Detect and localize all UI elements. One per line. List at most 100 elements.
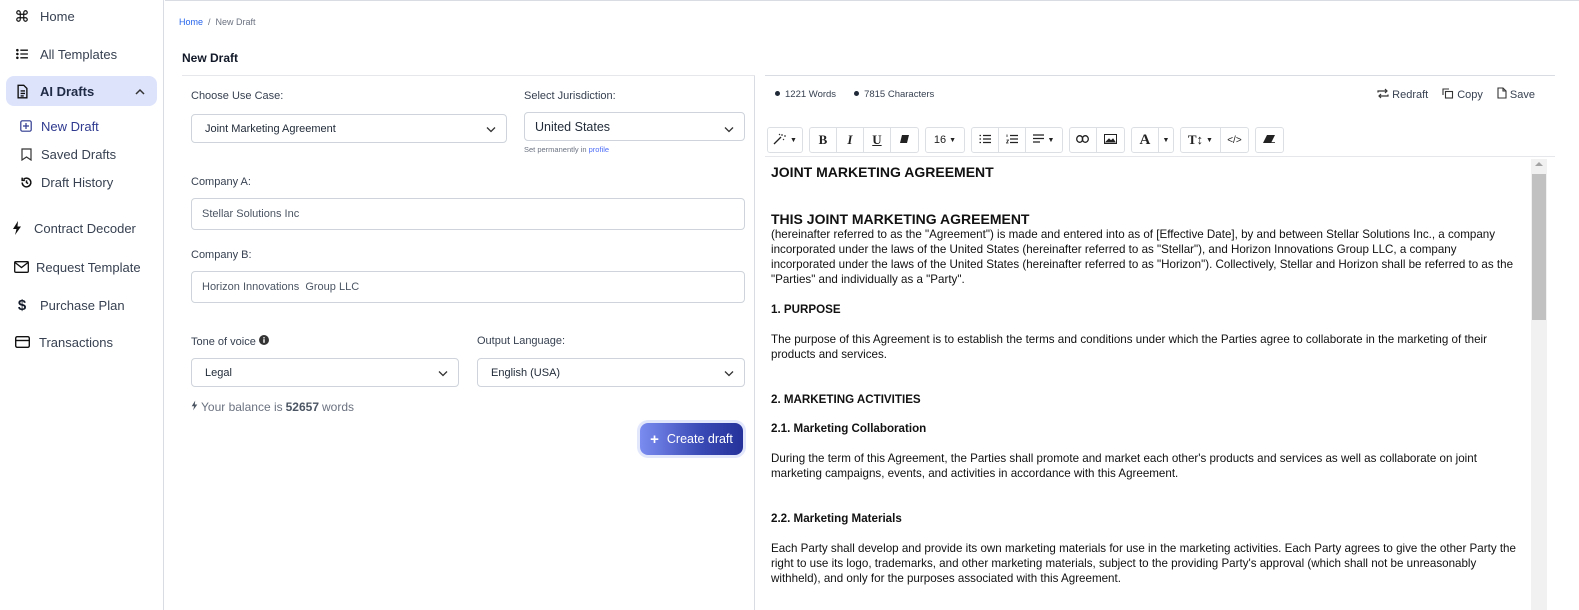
use-case-select[interactable]: Joint Marketing Agreement <box>191 114 507 143</box>
page-title: New Draft <box>182 51 239 65</box>
sidebar-item-all-templates[interactable]: All Templates <box>6 39 157 69</box>
sidebar-subitem-new-draft[interactable]: New Draft <box>18 115 99 137</box>
company-b-input[interactable]: Horizon Innovations Group LLC <box>191 271 745 303</box>
code-view-button[interactable]: </> <box>1221 128 1248 152</box>
document-intro: (hereinafter referred to as the "Agreeme… <box>771 228 1514 286</box>
sidebar-item-transactions[interactable]: Transactions <box>6 327 157 357</box>
jurisdiction-select[interactable]: United States <box>524 112 745 141</box>
bullet-list-icon <box>979 134 991 147</box>
sidebar-item-contract-decoder[interactable]: Contract Decoder <box>6 213 157 243</box>
toolbar-group-style: ▼ <box>767 127 803 153</box>
chevron-down-icon <box>724 368 734 380</box>
breadcrumb-current: New Draft <box>215 17 256 27</box>
redraft-label: Redraft <box>1392 88 1429 101</box>
section-body: During the term of this Agreement, the P… <box>771 452 1477 480</box>
copy-label: Copy <box>1457 88 1483 101</box>
chevron-down-icon <box>486 124 496 136</box>
bold-button[interactable]: B <box>810 128 837 152</box>
font-size-dropdown[interactable]: 16 ▼ <box>926 128 964 152</box>
save-button[interactable]: Save <box>1497 87 1535 102</box>
draft-editor: 1221 Words 7815 Characters Redraft Copy … <box>765 75 1555 610</box>
tone-label: Tone of voice <box>191 335 269 348</box>
link-icon <box>1076 134 1090 146</box>
tone-select[interactable]: Legal <box>191 358 459 387</box>
company-a-value: Stellar Solutions Inc <box>202 208 300 220</box>
link-button[interactable] <box>1070 128 1097 152</box>
image-button[interactable] <box>1097 128 1124 152</box>
align-dropdown[interactable]: ▼ <box>1026 128 1062 152</box>
chevron-up-icon[interactable] <box>135 84 145 99</box>
toolbar-group-misc: T↕ ▼ </> <box>1179 127 1249 153</box>
unordered-list-button[interactable] <box>972 128 999 152</box>
tone-label-text: Tone of voice <box>191 335 256 348</box>
section-body: Each Party shall develop and provide its… <box>771 542 1516 585</box>
italic-button[interactable]: I <box>837 128 864 152</box>
save-label: Save <box>1509 88 1535 101</box>
redraft-button[interactable]: Redraft <box>1377 87 1428 102</box>
scroll-up-arrow[interactable] <box>1535 162 1543 166</box>
editor-scrollbar[interactable] <box>1531 159 1547 610</box>
file-icon <box>1497 87 1507 102</box>
editor-toolbar: ▼ B I U 16 ▼ ▼ A ▼ T↕ ▼ </> <box>767 127 1284 153</box>
chevron-down-icon <box>724 122 734 136</box>
line-height-dropdown[interactable]: T↕ ▼ <box>1181 128 1221 152</box>
scrollbar-thumb[interactable] <box>1532 174 1546 320</box>
sidebar-item-label: Draft History <box>41 174 114 190</box>
align-icon <box>1033 134 1045 146</box>
divider <box>765 156 1555 157</box>
underline-button[interactable]: U <box>864 128 891 152</box>
balance-info: Your balance is 52657 words <box>191 400 354 414</box>
sidebar: Home All Templates AI Drafts New Draft S… <box>0 0 164 610</box>
numbered-list-icon <box>1005 134 1018 147</box>
document-subtitle: THIS JOINT MARKETING AGREEMENT <box>771 211 1030 227</box>
text-color-dropdown[interactable]: ▼ <box>1159 128 1173 152</box>
clear-format-button[interactable] <box>891 128 918 152</box>
sidebar-subitem-draft-history[interactable]: Draft History <box>18 171 113 193</box>
sidebar-item-label: Saved Drafts <box>41 146 117 162</box>
sidebar-item-purchase-plan[interactable]: $ Purchase Plan <box>6 290 157 320</box>
sidebar-subitem-saved-drafts[interactable]: Saved Drafts <box>18 143 116 165</box>
bookmark-icon <box>18 147 34 161</box>
sidebar-item-request-template[interactable]: Request Template <box>6 252 157 282</box>
language-label: Output Language: <box>477 335 566 347</box>
bolt-icon <box>191 400 198 414</box>
copy-button[interactable]: Copy <box>1442 87 1483 102</box>
sidebar-item-ai-drafts[interactable]: AI Drafts <box>6 76 157 106</box>
main-content: Home / New Draft New Draft Choose Use Case… <box>165 0 1579 610</box>
jurisdiction-value: United States <box>535 119 611 134</box>
text-color-button[interactable]: A <box>1132 128 1159 152</box>
breadcrumb-separator: / <box>208 17 211 27</box>
card-icon <box>13 336 31 348</box>
image-icon <box>1103 133 1117 147</box>
company-b-label: Company B: <box>191 249 252 261</box>
breadcrumb-home-link[interactable]: Home <box>179 17 203 27</box>
use-case-label: Choose Use Case: <box>191 90 284 102</box>
font-size-value: 16 <box>933 134 947 146</box>
create-draft-label: Create draft <box>666 432 733 446</box>
document-title: JOINT MARKETING AGREEMENT <box>771 164 994 180</box>
sidebar-item-label: Purchase Plan <box>40 297 125 313</box>
document-body[interactable]: JOINT MARKETING AGREEMENT THIS JOINT MAR… <box>771 163 1523 586</box>
copy-icon <box>1442 87 1454 102</box>
toolbar-group-para: ▼ <box>970 127 1063 153</box>
magic-style-button[interactable]: ▼ <box>768 128 802 152</box>
info-icon[interactable] <box>258 335 269 348</box>
tone-value: Legal <box>205 366 232 379</box>
section-heading: 2.1. Marketing Collaboration <box>771 422 927 435</box>
jurisdiction-hint: Set permanently in profile <box>524 145 609 154</box>
toolbar-group-erase <box>1254 127 1284 153</box>
sidebar-item-label: Transactions <box>39 334 113 350</box>
company-a-input[interactable]: Stellar Solutions Inc <box>191 198 745 230</box>
language-select[interactable]: English (USA) <box>477 358 745 387</box>
create-draft-button[interactable]: + Create draft <box>640 423 743 455</box>
eraser-button[interactable] <box>1256 128 1283 152</box>
sidebar-item-label: Request Template <box>36 259 141 275</box>
toolbar-group-insert <box>1068 127 1125 153</box>
profile-link[interactable]: profile <box>589 145 609 154</box>
ordered-list-button[interactable] <box>999 128 1026 152</box>
company-b-value: Horizon Innovations Group LLC <box>202 281 360 293</box>
sidebar-item-home[interactable]: Home <box>6 1 157 31</box>
toolbar-group-size: 16 ▼ <box>924 127 965 153</box>
company-a-label: Company A: <box>191 176 251 188</box>
word-count-text: 1221 Words <box>785 89 837 100</box>
